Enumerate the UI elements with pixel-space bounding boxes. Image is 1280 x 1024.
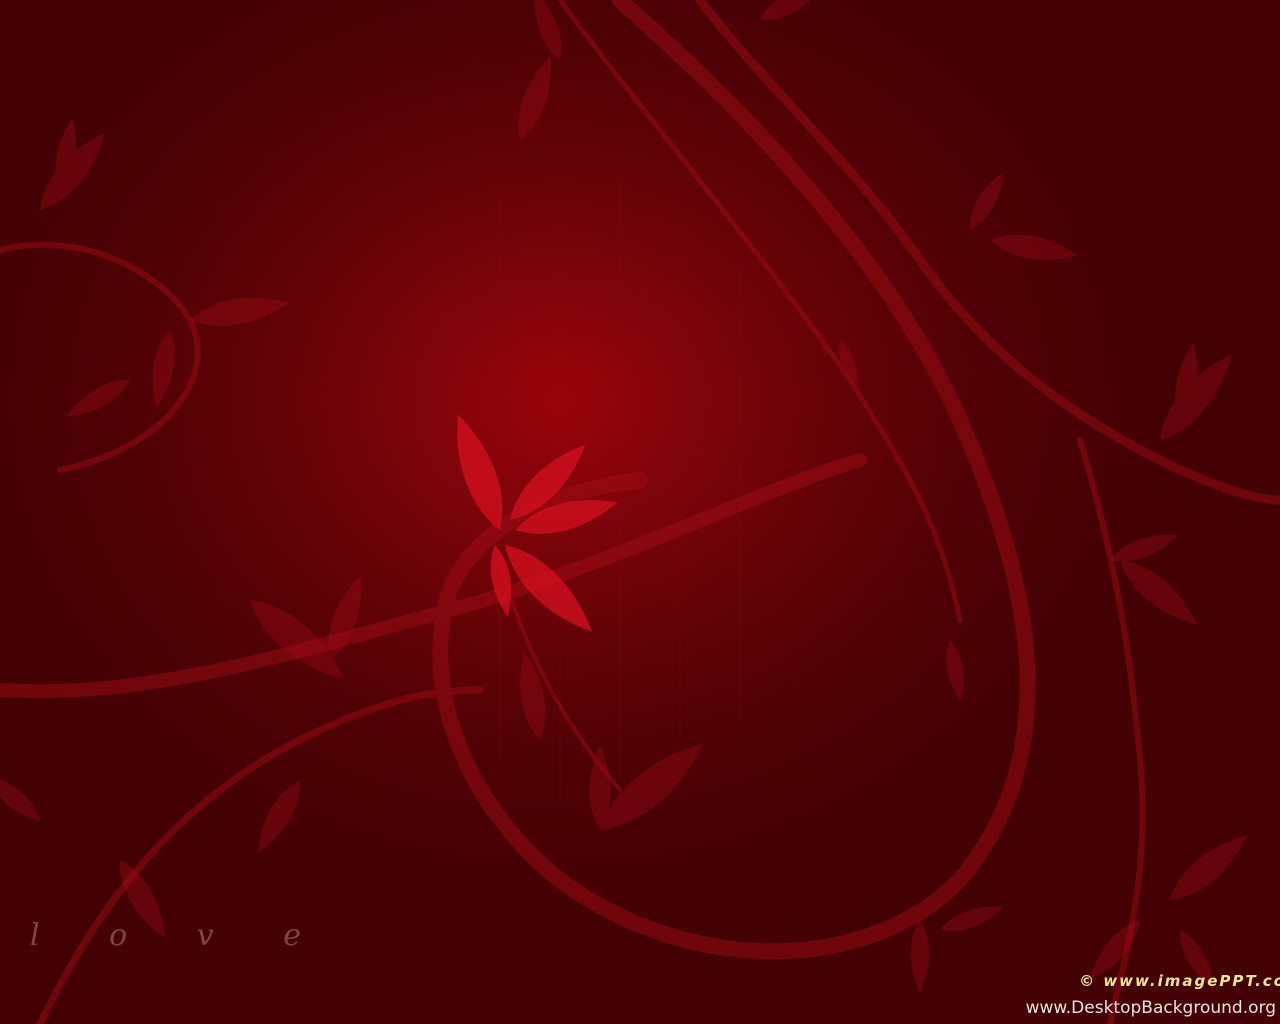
wallpaper: l o v e © www.imagePPT.co www.DesktopBac… (0, 0, 1280, 1024)
copyright-watermark: © www.imagePPT.co (1079, 972, 1280, 990)
floral-vine-decoration (0, 0, 1280, 1024)
love-label: l o v e (30, 918, 331, 953)
site-watermark: www.DesktopBackground.org (1025, 998, 1276, 1018)
vine-stems (0, 0, 1280, 1024)
dim-leaves (0, 0, 1256, 993)
